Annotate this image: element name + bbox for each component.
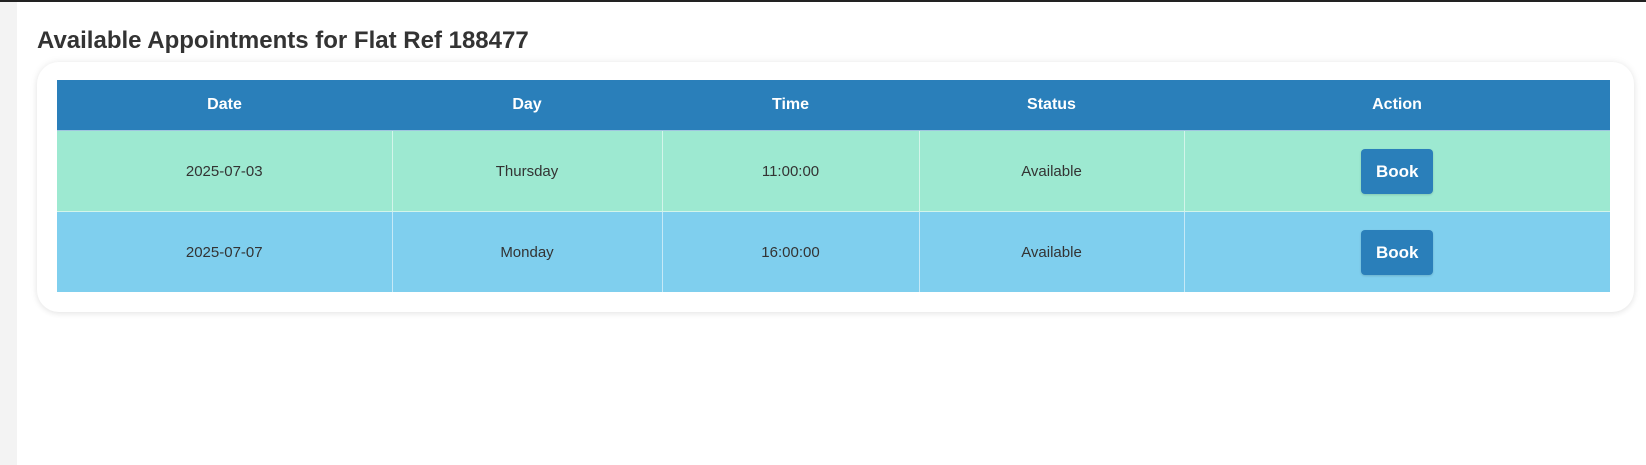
cell-status: Available [918, 130, 1184, 212]
cell-status: Available [918, 211, 1184, 292]
header-status: Status [919, 80, 1184, 131]
table-header-row: Date Day Time Status Action [57, 80, 1610, 131]
book-button[interactable]: Book [1361, 229, 1434, 275]
table-row: 2025-07-03 Thursday 11:00:00 Available B… [57, 130, 1610, 212]
cell-action: Book [1183, 211, 1610, 292]
cell-action: Book [1183, 130, 1610, 212]
appointments-table: Date Day Time Status Action 2025-07-03 T… [57, 80, 1610, 292]
cell-day: Monday [391, 211, 662, 292]
appointments-card: Date Day Time Status Action 2025-07-03 T… [37, 62, 1634, 312]
header-action: Action [1184, 80, 1610, 131]
header-day: Day [392, 80, 662, 131]
cell-date: 2025-07-07 [57, 211, 392, 292]
left-gutter [0, 2, 17, 465]
cell-time: 11:00:00 [661, 130, 919, 212]
header-date: Date [57, 80, 392, 131]
header-time: Time [662, 80, 919, 131]
page-title: Available Appointments for Flat Ref 1884… [37, 27, 529, 54]
table-row: 2025-07-07 Monday 16:00:00 Available Boo… [57, 211, 1610, 292]
window-top-border [0, 0, 1646, 2]
book-button[interactable]: Book [1361, 148, 1434, 194]
cell-time: 16:00:00 [661, 211, 919, 292]
cell-day: Thursday [391, 130, 662, 212]
cell-date: 2025-07-03 [57, 130, 392, 212]
